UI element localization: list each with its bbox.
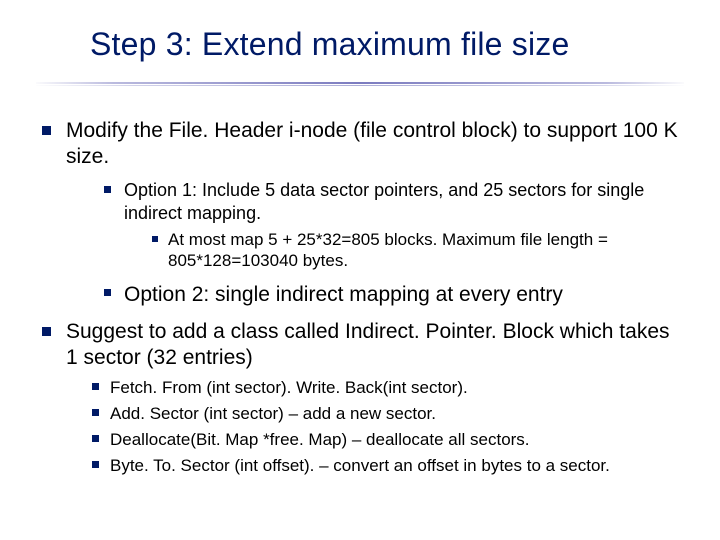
bullet-text: Deallocate(Bit. Map *free. Map) – deallo…	[110, 430, 530, 449]
slide-body: Modify the File. Header i-node (file con…	[36, 118, 684, 520]
bullet-list-level2-methods: Fetch. From (int sector). Write. Back(in…	[90, 377, 684, 476]
bullet-list-level2: Option 1: Include 5 data sector pointers…	[100, 179, 684, 309]
bullet-text: Byte. To. Sector (int offset). – convert…	[110, 456, 610, 475]
title-underline	[36, 82, 684, 87]
bullet-text: Option 2: single indirect mapping at eve…	[124, 283, 563, 306]
slide: Step 3: Extend maximum file size Modify …	[0, 0, 720, 540]
bullet-text: Suggest to add a class called Indirect. …	[66, 320, 670, 369]
bullet-list-level3: At most map 5 + 25*32=805 blocks. Maximu…	[150, 229, 684, 273]
bullet-method-fetch-write: Fetch. From (int sector). Write. Back(in…	[90, 377, 684, 399]
bullet-modify-fileheader: Modify the File. Header i-node (file con…	[36, 118, 684, 309]
bullet-option2: Option 2: single indirect mapping at eve…	[100, 282, 684, 309]
bullet-text: At most map 5 + 25*32=805 blocks. Maximu…	[168, 230, 608, 271]
bullet-list-level1: Modify the File. Header i-node (file con…	[36, 118, 684, 476]
bullet-indirect-pointer-block: Suggest to add a class called Indirect. …	[36, 319, 684, 477]
bullet-text: Add. Sector (int sector) – add a new sec…	[110, 404, 436, 423]
bullet-method-add-sector: Add. Sector (int sector) – add a new sec…	[90, 403, 684, 425]
bullet-text: Modify the File. Header i-node (file con…	[66, 119, 678, 168]
bullet-method-deallocate: Deallocate(Bit. Map *free. Map) – deallo…	[90, 429, 684, 451]
bullet-text: Option 1: Include 5 data sector pointers…	[124, 180, 644, 223]
bullet-method-byte-to-sector: Byte. To. Sector (int offset). – convert…	[90, 455, 684, 477]
slide-title: Step 3: Extend maximum file size	[90, 26, 690, 63]
bullet-text: Fetch. From (int sector). Write. Back(in…	[110, 378, 468, 397]
bullet-option1-detail: At most map 5 + 25*32=805 blocks. Maximu…	[150, 229, 684, 273]
bullet-option1: Option 1: Include 5 data sector pointers…	[100, 179, 684, 273]
